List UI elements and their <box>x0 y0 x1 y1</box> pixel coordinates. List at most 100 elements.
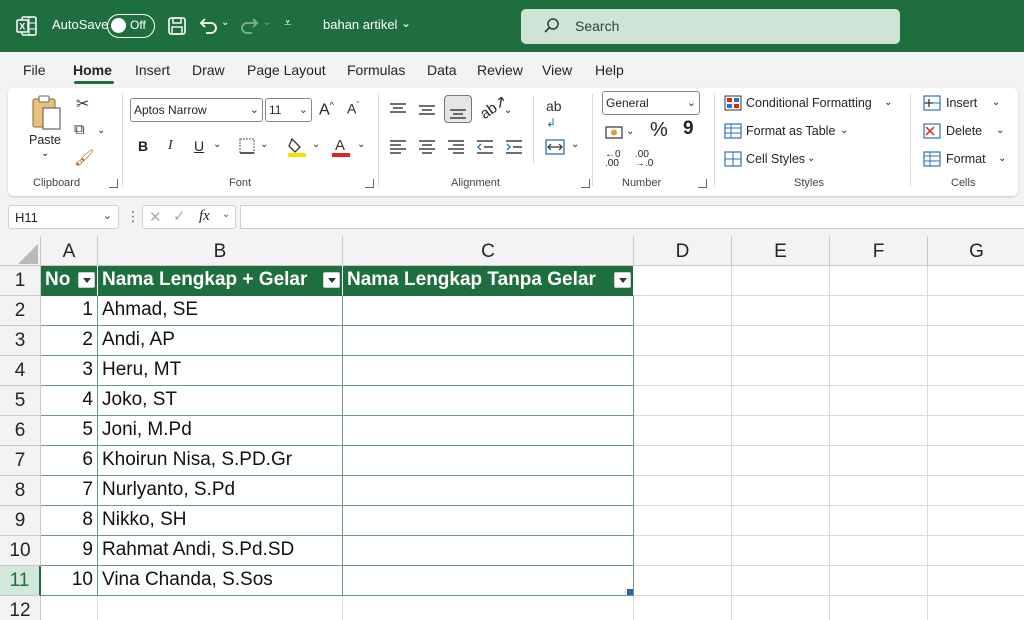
row-header-6[interactable]: 6 <box>0 416 41 446</box>
wrap-text-icon[interactable]: ab ↲ <box>546 98 562 130</box>
align-center-icon[interactable] <box>418 139 436 155</box>
empty-cell[interactable] <box>830 566 928 596</box>
decrease-decimal-icon[interactable]: .00 →.0 <box>635 150 653 169</box>
decrease-indent-icon[interactable] <box>476 139 494 155</box>
format-table-dropdown-icon[interactable]: ⌄ <box>840 125 848 136</box>
empty-cell[interactable] <box>634 596 732 620</box>
title-chevron-down-icon[interactable]: ⌄ <box>401 16 411 30</box>
empty-cell[interactable] <box>830 296 928 326</box>
table-cell[interactable] <box>343 476 634 506</box>
empty-cell[interactable] <box>732 266 830 296</box>
table-cell[interactable]: 5 <box>41 416 98 446</box>
paste-dropdown-icon[interactable]: ⌄ <box>41 148 49 159</box>
empty-cell[interactable] <box>830 446 928 476</box>
format-dropdown-icon[interactable]: ⌄ <box>998 153 1006 164</box>
tab-insert[interactable]: Insert <box>135 62 170 78</box>
orientation-dropdown-icon[interactable]: ⌄ <box>504 105 512 116</box>
name-box[interactable]: H11 ⌄ <box>8 205 119 229</box>
row-header-12[interactable]: 12 <box>0 596 41 620</box>
tab-view[interactable]: View <box>542 62 572 78</box>
empty-cell[interactable] <box>928 296 1024 326</box>
select-all-corner[interactable] <box>0 236 41 266</box>
tab-page-layout[interactable]: Page Layout <box>247 62 326 78</box>
empty-cell[interactable] <box>343 596 634 620</box>
tab-draw[interactable]: Draw <box>192 62 225 78</box>
empty-cell[interactable] <box>732 476 830 506</box>
number-format-select[interactable]: General ⌄ <box>602 91 700 115</box>
empty-cell[interactable] <box>634 446 732 476</box>
cell-styles-icon[interactable] <box>724 151 742 167</box>
empty-cell[interactable] <box>732 446 830 476</box>
table-cell[interactable]: 1 <box>41 296 98 326</box>
table-cell[interactable]: Khoirun Nisa, S.PD.Gr <box>98 446 343 476</box>
column-header-f[interactable]: F <box>830 236 928 266</box>
insert-function-button[interactable]: fx <box>199 208 210 225</box>
row-header-4[interactable]: 4 <box>0 356 41 386</box>
conditional-formatting-icon[interactable] <box>724 95 742 111</box>
font-launcher-icon[interactable] <box>365 179 374 188</box>
row-header-8[interactable]: 8 <box>0 476 41 506</box>
table-cell[interactable]: Heru, MT <box>98 356 343 386</box>
clipboard-launcher-icon[interactable] <box>109 179 118 188</box>
empty-cell[interactable] <box>830 536 928 566</box>
accounting-format-icon[interactable] <box>605 124 627 142</box>
row-header-10[interactable]: 10 <box>0 536 41 566</box>
table-cell[interactable] <box>343 446 634 476</box>
alignment-launcher-icon[interactable] <box>581 179 590 188</box>
number-launcher-icon[interactable] <box>698 179 707 188</box>
table-cell[interactable]: 6 <box>41 446 98 476</box>
empty-cell[interactable] <box>98 596 343 620</box>
empty-cell[interactable] <box>634 266 732 296</box>
table-cell[interactable]: 7 <box>41 476 98 506</box>
cancel-icon[interactable]: ✕ <box>149 208 162 226</box>
fx-dropdown-icon[interactable]: ⌄ <box>222 209 230 220</box>
table-cell[interactable]: Vina Chanda, S.Sos <box>98 566 343 596</box>
underline-dropdown-icon[interactable]: ⌄ <box>213 139 221 150</box>
delete-button[interactable]: Delete <box>946 124 982 138</box>
insert-cells-icon[interactable] <box>923 95 941 111</box>
align-left-icon[interactable] <box>389 139 407 155</box>
accounting-dropdown-icon[interactable]: ⌄ <box>626 126 634 137</box>
font-color-icon[interactable]: A <box>331 135 351 157</box>
column-header-b[interactable]: B <box>98 236 343 266</box>
format-as-table-button[interactable]: Format as Table <box>746 124 835 138</box>
table-cell[interactable]: 8 <box>41 506 98 536</box>
paste-label[interactable]: Paste <box>29 133 61 147</box>
redo-icon[interactable] <box>238 14 262 38</box>
empty-cell[interactable] <box>928 476 1024 506</box>
copy-icon[interactable]: ⧉ <box>74 121 85 138</box>
conditional-dropdown-icon[interactable]: ⌄ <box>884 97 892 108</box>
empty-cell[interactable] <box>732 566 830 596</box>
table-resize-handle[interactable] <box>627 589 633 595</box>
conditional-formatting-button[interactable]: Conditional Formatting <box>746 96 872 110</box>
empty-cell[interactable] <box>732 536 830 566</box>
column-header-a[interactable]: A <box>41 236 98 266</box>
table-header-cell[interactable]: Nama Lengkap Tanpa Gelar <box>343 266 634 296</box>
filter-dropdown-icon[interactable] <box>323 272 340 288</box>
table-cell[interactable] <box>343 296 634 326</box>
bold-button[interactable]: B <box>138 138 148 154</box>
empty-cell[interactable] <box>830 416 928 446</box>
empty-cell[interactable] <box>928 326 1024 356</box>
table-cell[interactable] <box>343 536 634 566</box>
increase-indent-icon[interactable] <box>505 139 523 155</box>
borders-dropdown-icon[interactable]: ⌄ <box>260 139 268 150</box>
borders-icon[interactable] <box>238 137 256 155</box>
tab-data[interactable]: Data <box>427 62 457 78</box>
undo-dropdown-icon[interactable]: ⌄ <box>221 17 229 28</box>
autosave-toggle[interactable]: Off <box>107 14 155 38</box>
cut-icon[interactable]: ✂ <box>76 94 89 114</box>
cell-styles-dropdown-icon[interactable]: ⌄ <box>807 153 815 164</box>
formula-input[interactable] <box>240 205 1024 229</box>
table-cell[interactable]: Joko, ST <box>98 386 343 416</box>
empty-cell[interactable] <box>634 356 732 386</box>
empty-cell[interactable] <box>732 506 830 536</box>
empty-cell[interactable] <box>732 386 830 416</box>
row-header-11[interactable]: 11 <box>0 566 41 596</box>
align-middle-icon[interactable] <box>418 102 436 118</box>
align-bottom-button[interactable] <box>444 95 472 123</box>
empty-cell[interactable] <box>634 296 732 326</box>
empty-cell[interactable] <box>732 416 830 446</box>
empty-cell[interactable] <box>830 326 928 356</box>
align-top-icon[interactable] <box>389 102 407 118</box>
